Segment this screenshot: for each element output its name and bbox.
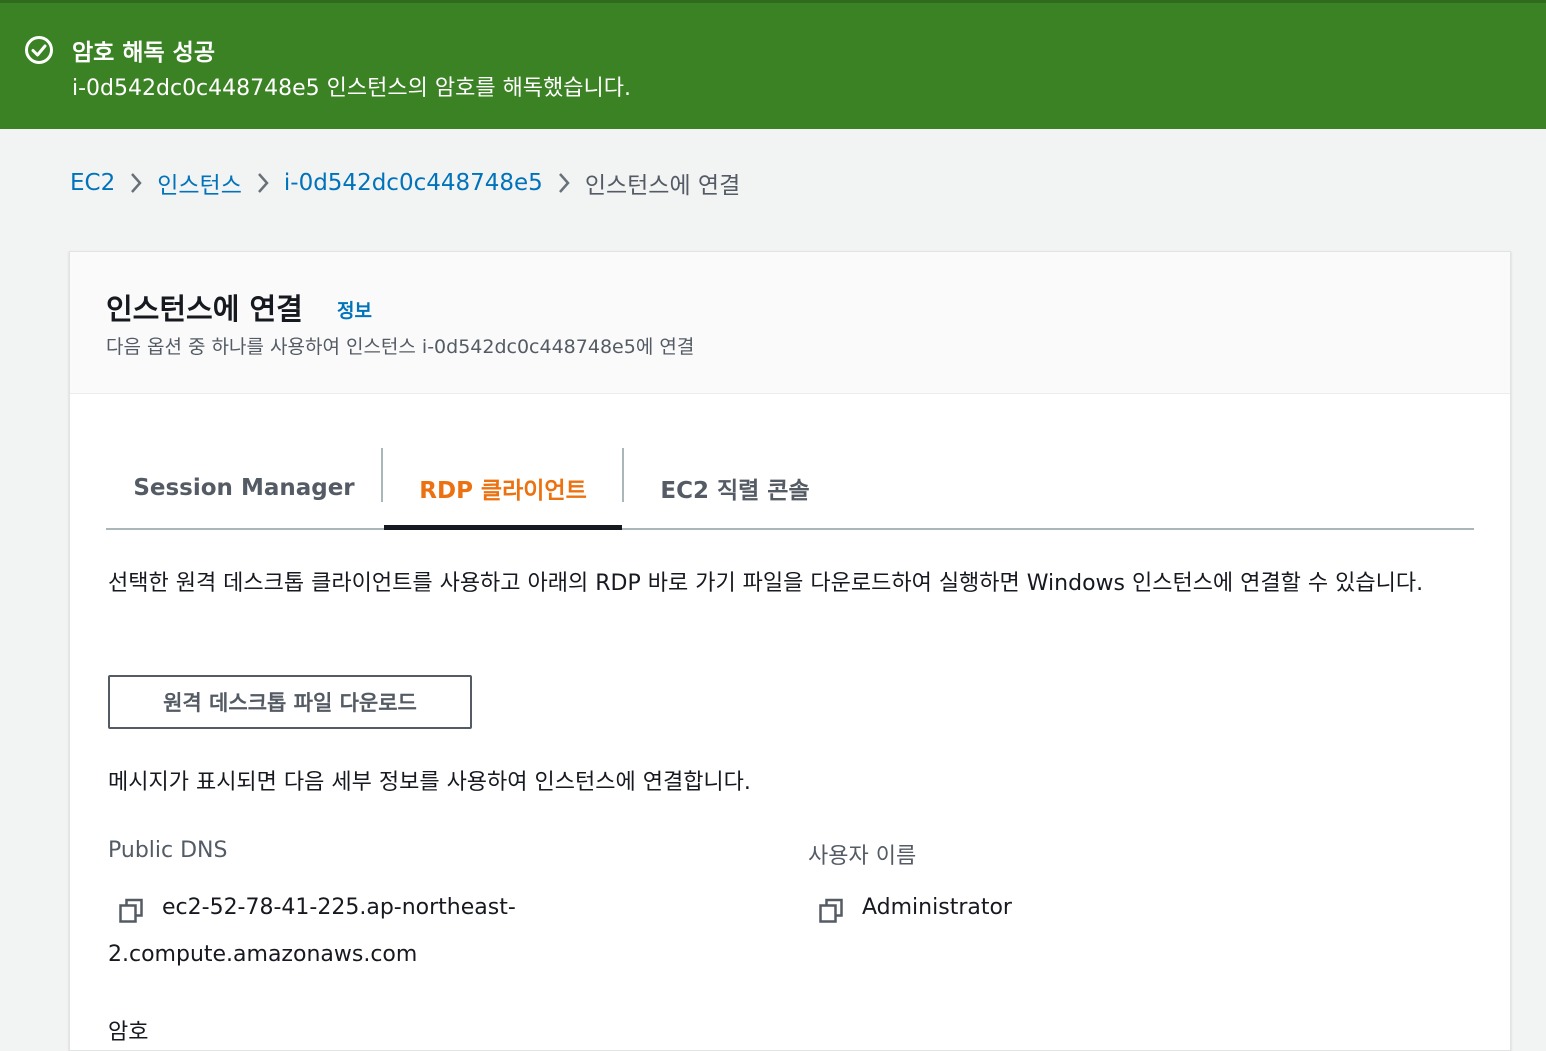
tab-ec2-serial-console[interactable]: EC2 직렬 콘솔 xyxy=(624,448,846,528)
connect-message: 메시지가 표시되면 다음 세부 정보를 사용하여 인스턴스에 연결합니다. xyxy=(108,770,751,795)
tab-rdp-client[interactable]: RDP 클라이언트 xyxy=(384,448,622,530)
chevron-right-icon xyxy=(115,166,157,200)
public-dns-label: Public DNS xyxy=(108,838,228,863)
username-label: 사용자 이름 xyxy=(808,844,917,869)
page-title: 인스턴스에 연결 xyxy=(106,292,303,326)
panel-header: 인스턴스에 연결 정보 다음 옵션 중 하나를 사용하여 인스턴스 i-0d54… xyxy=(70,252,1510,394)
breadcrumb-instances[interactable]: 인스턴스 xyxy=(157,166,242,200)
tab-divider xyxy=(381,448,383,502)
breadcrumb-ec2[interactable]: EC2 xyxy=(70,170,115,196)
rdp-description: 선택한 원격 데스크톱 클라이언트를 사용하고 아래의 RDP 바로 가기 파일… xyxy=(108,571,1424,596)
tab-session-manager[interactable]: Session Manager xyxy=(106,448,382,528)
username-value: Administrator xyxy=(862,895,1012,920)
check-circle-icon xyxy=(25,36,53,64)
breadcrumb: EC2 인스턴스 i-0d542dc0c448748e5 인스턴스에 연결 xyxy=(70,166,740,200)
breadcrumb-instance-id[interactable]: i-0d542dc0c448748e5 xyxy=(284,170,543,196)
success-flash-banner: 암호 해독 성공 i-0d542dc0c448748e5 인스턴스의 암호를 해… xyxy=(0,0,1546,129)
panel-description: 다음 옵션 중 하나를 사용하여 인스턴스 i-0d542dc0c448748e… xyxy=(106,336,695,358)
public-dns-value-line2: 2.compute.amazonaws.com xyxy=(108,942,418,967)
copy-icon[interactable] xyxy=(118,897,146,925)
public-dns-value-line1: ec2-52-78-41-225.ap-northeast- xyxy=(162,895,516,920)
chevron-right-icon xyxy=(242,166,284,200)
chevron-right-icon xyxy=(543,166,585,200)
connect-panel: 인스턴스에 연결 정보 다음 옵션 중 하나를 사용하여 인스턴스 i-0d54… xyxy=(69,251,1511,1051)
connection-tabs: Session Manager RDP 클라이언트 EC2 직렬 콘솔 xyxy=(106,448,1474,530)
download-rdp-file-button[interactable]: 원격 데스크톱 파일 다운로드 xyxy=(108,675,472,729)
copy-icon[interactable] xyxy=(818,897,846,925)
info-link[interactable]: 정보 xyxy=(337,296,372,323)
flash-title: 암호 해독 성공 xyxy=(72,40,215,66)
password-label: 암호 xyxy=(108,1020,149,1045)
flash-message: i-0d542dc0c448748e5 인스턴스의 암호를 해독했습니다. xyxy=(72,76,632,101)
breadcrumb-current: 인스턴스에 연결 xyxy=(584,173,741,199)
